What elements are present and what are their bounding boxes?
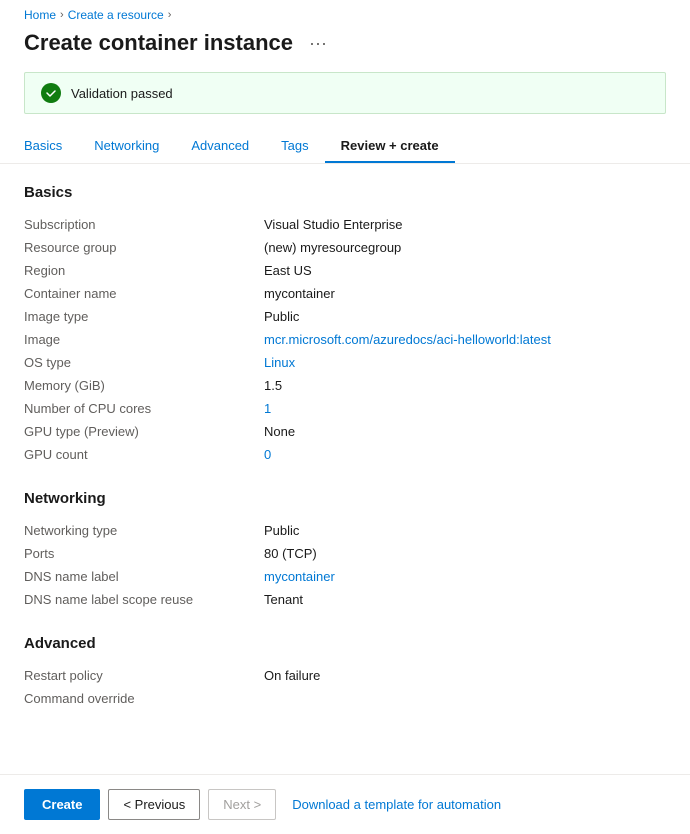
- value-memory: 1.5: [264, 378, 666, 393]
- table-row: Image type Public: [24, 305, 666, 328]
- previous-button[interactable]: < Previous: [108, 789, 200, 820]
- label-image: Image: [24, 332, 264, 347]
- breadcrumb-sep2: ›: [168, 9, 172, 21]
- table-row: Subscription Visual Studio Enterprise: [24, 213, 666, 236]
- table-row: Networking type Public: [24, 519, 666, 542]
- validation-icon: [41, 83, 61, 103]
- breadcrumb-create-resource[interactable]: Create a resource: [68, 8, 164, 22]
- table-row: Restart policy On failure: [24, 664, 666, 687]
- label-dns-scope-reuse: DNS name label scope reuse: [24, 592, 264, 607]
- value-command-override: [264, 691, 666, 706]
- value-container-name: mycontainer: [264, 286, 666, 301]
- basics-section-title: Basics: [24, 184, 666, 201]
- table-row: Memory (GiB) 1.5: [24, 374, 666, 397]
- value-restart-policy: On failure: [264, 668, 666, 683]
- breadcrumb-home[interactable]: Home: [24, 8, 56, 22]
- value-cpu-cores: 1: [264, 401, 666, 416]
- advanced-section: Advanced Restart policy On failure Comma…: [24, 635, 666, 710]
- table-row: GPU type (Preview) None: [24, 420, 666, 443]
- label-resource-group: Resource group: [24, 240, 264, 255]
- main-content: Basics Subscription Visual Studio Enterp…: [0, 184, 690, 814]
- table-row: DNS name label scope reuse Tenant: [24, 588, 666, 611]
- value-gpu-count: 0: [264, 447, 666, 462]
- label-command-override: Command override: [24, 691, 264, 706]
- table-row: DNS name label mycontainer: [24, 565, 666, 588]
- label-image-type: Image type: [24, 309, 264, 324]
- next-button[interactable]: Next >: [208, 789, 276, 820]
- ellipsis-button[interactable]: ···: [303, 31, 333, 56]
- advanced-section-title: Advanced: [24, 635, 666, 652]
- tabs-container: Basics Networking Advanced Tags Review +…: [0, 130, 690, 164]
- label-cpu-cores: Number of CPU cores: [24, 401, 264, 416]
- value-image: mcr.microsoft.com/azuredocs/aci-hellowor…: [264, 332, 666, 347]
- create-button[interactable]: Create: [24, 789, 100, 820]
- label-dns-name-label: DNS name label: [24, 569, 264, 584]
- tab-tags[interactable]: Tags: [265, 130, 324, 163]
- table-row: Command override: [24, 687, 666, 710]
- table-row: OS type Linux: [24, 351, 666, 374]
- table-row: Image mcr.microsoft.com/azuredocs/aci-he…: [24, 328, 666, 351]
- value-resource-group: (new) myresourcegroup: [264, 240, 666, 255]
- value-dns-name-label: mycontainer: [264, 569, 666, 584]
- value-gpu-type: None: [264, 424, 666, 439]
- value-image-type: Public: [264, 309, 666, 324]
- label-gpu-count: GPU count: [24, 447, 264, 462]
- value-subscription: Visual Studio Enterprise: [264, 217, 666, 232]
- page-title: Create container instance: [24, 30, 293, 56]
- label-container-name: Container name: [24, 286, 264, 301]
- tab-basics[interactable]: Basics: [24, 130, 78, 163]
- label-gpu-type: GPU type (Preview): [24, 424, 264, 439]
- table-row: Container name mycontainer: [24, 282, 666, 305]
- value-region: East US: [264, 263, 666, 278]
- automation-link[interactable]: Download a template for automation: [292, 797, 501, 812]
- label-os-type: OS type: [24, 355, 264, 370]
- breadcrumb-sep1: ›: [60, 9, 64, 21]
- tab-advanced[interactable]: Advanced: [175, 130, 265, 163]
- footer: Create < Previous Next > Download a temp…: [0, 774, 690, 834]
- label-region: Region: [24, 263, 264, 278]
- table-row: Number of CPU cores 1: [24, 397, 666, 420]
- networking-section-title: Networking: [24, 490, 666, 507]
- label-memory: Memory (GiB): [24, 378, 264, 393]
- label-restart-policy: Restart policy: [24, 668, 264, 683]
- table-row: Ports 80 (TCP): [24, 542, 666, 565]
- breadcrumb: Home › Create a resource ›: [0, 0, 690, 26]
- label-ports: Ports: [24, 546, 264, 561]
- validation-banner: Validation passed: [24, 72, 666, 114]
- label-networking-type: Networking type: [24, 523, 264, 538]
- tab-review-create[interactable]: Review + create: [325, 130, 455, 163]
- tab-networking[interactable]: Networking: [78, 130, 175, 163]
- basics-section: Basics Subscription Visual Studio Enterp…: [24, 184, 666, 466]
- table-row: Resource group (new) myresourcegroup: [24, 236, 666, 259]
- table-row: Region East US: [24, 259, 666, 282]
- networking-section: Networking Networking type Public Ports …: [24, 490, 666, 611]
- validation-text: Validation passed: [71, 86, 173, 101]
- value-networking-type: Public: [264, 523, 666, 538]
- value-os-type: Linux: [264, 355, 666, 370]
- value-dns-scope-reuse: Tenant: [264, 592, 666, 607]
- label-subscription: Subscription: [24, 217, 264, 232]
- value-ports: 80 (TCP): [264, 546, 666, 561]
- page-header: Create container instance ···: [0, 26, 690, 72]
- table-row: GPU count 0: [24, 443, 666, 466]
